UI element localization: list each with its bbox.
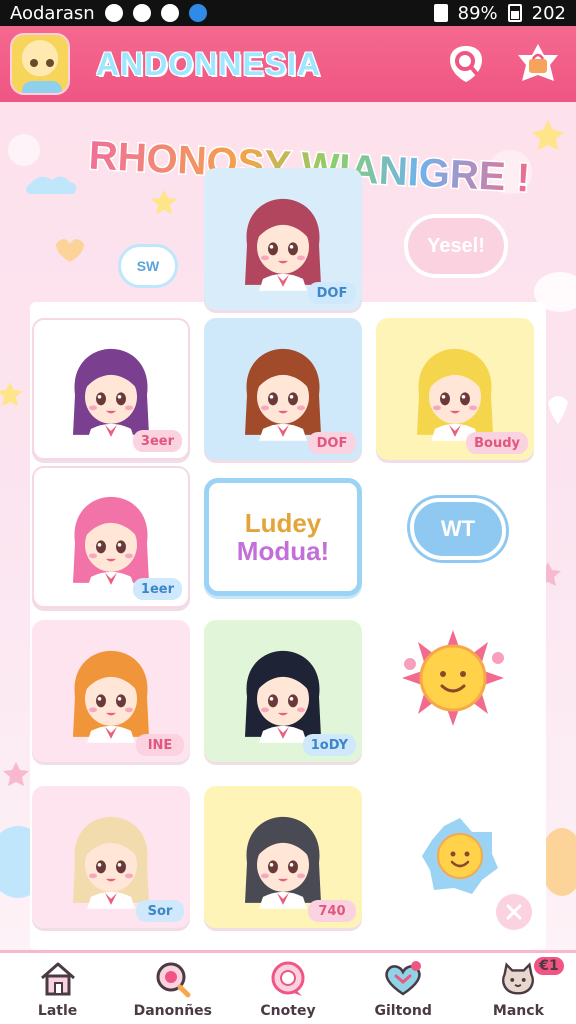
sync-icon (132, 4, 151, 22)
character-tag: 3eer (132, 430, 182, 452)
character-card[interactable]: 1eer (32, 466, 190, 608)
character-tag: DOF (308, 432, 356, 454)
heart-gift-icon (382, 959, 424, 999)
nav-item-chat[interactable]: Cnotey (230, 953, 345, 1024)
character-portrait (245, 348, 321, 441)
character-card[interactable]: DOF (204, 168, 362, 310)
app-header: ANDONNESIA (0, 26, 576, 102)
nav-label: Danonñes (133, 1002, 213, 1019)
nav-label: Manck (492, 1002, 544, 1019)
character-portrait (417, 348, 493, 441)
cart-icon (518, 44, 558, 81)
app-notification-icon (188, 4, 207, 22)
star-badge-sticker (422, 818, 498, 894)
speech-bubble-left-text: SW (136, 258, 160, 274)
search-icon (450, 46, 482, 82)
close-icon (506, 904, 522, 920)
nav-label: Cnotey (260, 1002, 316, 1019)
character-tag: 1eer (132, 578, 182, 600)
speech-bubble-right-text: Yesel! (427, 234, 485, 257)
nav-label: Giltond (374, 1002, 432, 1019)
sun-sticker (402, 630, 504, 726)
bottom-nav: Latle Danonñes Cnotey Giltond €1 Manck (0, 950, 576, 1024)
character-tag: INE (136, 734, 184, 756)
search-button[interactable] (442, 40, 490, 88)
character-card[interactable]: DOF (204, 318, 362, 460)
notification-badge-text: €1 (539, 958, 559, 974)
floating-action-button[interactable] (496, 894, 532, 930)
character-portrait (73, 348, 149, 441)
character-portrait (245, 198, 321, 291)
battery-percent: 89% (457, 2, 498, 24)
character-tag: Sor (136, 900, 184, 922)
home-icon (37, 959, 79, 999)
promo-line2: Modua! (236, 536, 330, 566)
avatar[interactable] (10, 33, 70, 95)
character-portrait (73, 816, 149, 909)
main-board: RHONOSY WIANIGRE ! SW Yesel! DOF 3eer DO… (0, 102, 576, 950)
search-magnifier-icon (152, 959, 194, 999)
character-portrait (73, 650, 149, 743)
promo-tile[interactable]: Ludey Modua! (204, 478, 362, 596)
nav-item-home[interactable]: Latle (0, 953, 115, 1024)
character-card[interactable]: Boudy (376, 318, 534, 460)
character-portrait (245, 650, 321, 743)
speech-bubble-left: SW (118, 244, 178, 288)
character-tag: Boudy (466, 432, 528, 454)
character-portrait (73, 496, 149, 589)
chat-icon (267, 959, 309, 999)
character-tag: 1oDY (302, 734, 356, 756)
app-title: ANDONNESIA (96, 45, 322, 82)
wifi-icon (160, 4, 179, 22)
character-card[interactable]: 1oDY (204, 620, 362, 762)
battery-icon (507, 4, 522, 22)
nav-label: Latle (37, 1002, 78, 1019)
character-portrait (245, 816, 321, 909)
clock: 202 (531, 2, 566, 24)
character-card[interactable]: INE (32, 620, 190, 762)
carrier-label: Aodarasn (10, 2, 95, 24)
cloud-sticker: WT (410, 498, 506, 560)
character-card[interactable]: 740 (204, 786, 362, 928)
speech-bubble-right: Yesel! (404, 214, 508, 278)
shield-icon (104, 4, 123, 22)
character-tag: DOF (308, 282, 356, 304)
promo-line1: Ludey (244, 508, 322, 538)
nav-item-gifts[interactable]: Giltond (346, 953, 461, 1024)
nav-item-profile[interactable]: €1 Manck (461, 953, 576, 1024)
status-bar: Aodarasn 89% 202 (0, 0, 576, 26)
signal-icon (433, 4, 448, 22)
character-card[interactable]: 3eer (32, 318, 190, 460)
cart-button[interactable] (514, 40, 562, 88)
nav-item-search[interactable]: Danonñes (115, 953, 230, 1024)
cloud-sticker-text: WT (440, 516, 476, 541)
character-card[interactable]: Sor (32, 786, 190, 928)
notification-badge: €1 (534, 957, 565, 975)
character-tag: 740 (308, 900, 356, 922)
